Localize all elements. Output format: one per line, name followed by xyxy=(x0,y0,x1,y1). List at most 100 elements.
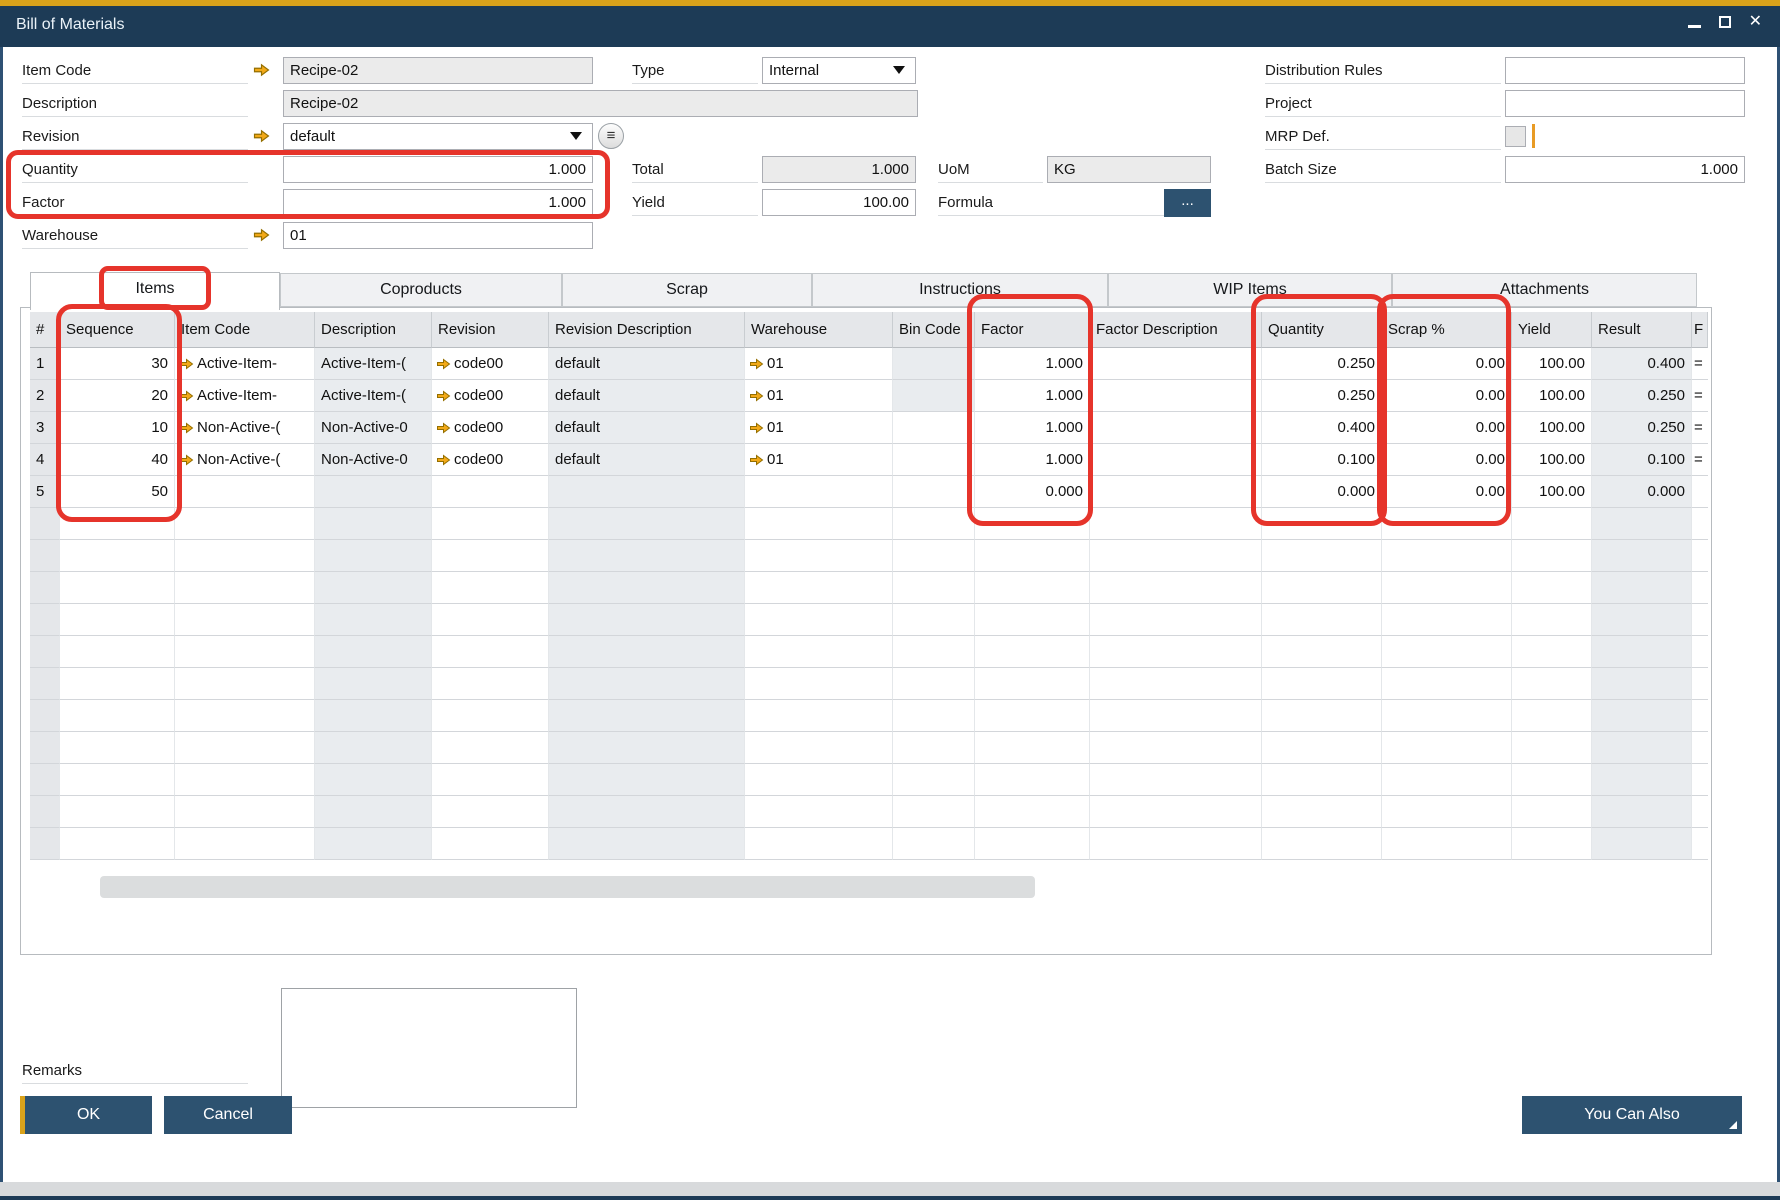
table-empty-row[interactable] xyxy=(30,764,1708,796)
factor-cell[interactable] xyxy=(975,636,1090,668)
bin-code-cell[interactable] xyxy=(893,668,975,700)
warehouse-cell[interactable]: 01 xyxy=(745,348,893,380)
table-empty-row[interactable] xyxy=(30,604,1708,636)
yield-cell[interactable] xyxy=(1512,732,1592,764)
yield-cell[interactable] xyxy=(1512,668,1592,700)
revision-cell[interactable] xyxy=(432,508,549,540)
factor-desc-cell[interactable] xyxy=(1090,700,1262,732)
formula-indicator[interactable]: = xyxy=(1692,380,1708,412)
sequence-cell[interactable]: 40 xyxy=(60,444,175,476)
quantity-cell[interactable] xyxy=(1262,668,1382,700)
quantity-cell[interactable]: 0.000 xyxy=(1262,476,1382,508)
quantity-cell[interactable] xyxy=(1262,764,1382,796)
bin-code-cell[interactable] xyxy=(893,508,975,540)
bin-code-cell[interactable] xyxy=(893,540,975,572)
revision-cell[interactable] xyxy=(432,636,549,668)
link-arrow-icon[interactable] xyxy=(749,422,764,434)
factor-cell[interactable]: 1.000 xyxy=(975,380,1090,412)
table-empty-row[interactable] xyxy=(30,732,1708,764)
factor-cell[interactable] xyxy=(975,668,1090,700)
quantity-cell[interactable] xyxy=(1262,828,1382,860)
col-header-description[interactable]: Description xyxy=(315,312,432,348)
quantity-cell[interactable] xyxy=(1262,604,1382,636)
link-arrow-icon[interactable] xyxy=(749,454,764,466)
table-empty-row[interactable] xyxy=(30,828,1708,860)
item-code-cell[interactable]: Active-Item- xyxy=(175,380,315,412)
col-header-warehouse[interactable]: Warehouse xyxy=(745,312,893,348)
item-code-cell[interactable] xyxy=(175,828,315,860)
factor-desc-cell[interactable] xyxy=(1090,476,1262,508)
quantity-cell[interactable]: 0.100 xyxy=(1262,444,1382,476)
factor-cell[interactable] xyxy=(975,700,1090,732)
revision-cell[interactable]: code00 xyxy=(432,348,549,380)
scrap-cell[interactable] xyxy=(1382,508,1512,540)
quantity-cell[interactable] xyxy=(1262,732,1382,764)
factor-desc-cell[interactable] xyxy=(1090,380,1262,412)
sequence-cell[interactable] xyxy=(60,828,175,860)
factor-cell[interactable] xyxy=(975,508,1090,540)
scrap-cell[interactable] xyxy=(1382,732,1512,764)
item-code-cell[interactable]: Active-Item- xyxy=(175,348,315,380)
col-header-bin-code[interactable]: Bin Code xyxy=(893,312,975,348)
tab-attachments[interactable]: Attachments xyxy=(1392,273,1697,307)
warehouse-cell[interactable] xyxy=(745,764,893,796)
scrap-cell[interactable] xyxy=(1382,636,1512,668)
col-header-result[interactable]: Result xyxy=(1592,312,1692,348)
warehouse-cell[interactable] xyxy=(745,636,893,668)
revision-cell[interactable] xyxy=(432,476,549,508)
warehouse-cell[interactable] xyxy=(745,796,893,828)
warehouse-cell[interactable]: 01 xyxy=(745,412,893,444)
sequence-cell[interactable] xyxy=(60,796,175,828)
table-empty-row[interactable] xyxy=(30,540,1708,572)
warehouse-cell[interactable]: 01 xyxy=(745,444,893,476)
sequence-cell[interactable]: 10 xyxy=(60,412,175,444)
sequence-cell[interactable]: 50 xyxy=(60,476,175,508)
minimize-icon[interactable] xyxy=(1688,25,1701,28)
link-arrow-icon[interactable] xyxy=(436,422,451,434)
link-arrow-icon[interactable] xyxy=(749,358,764,370)
warehouse-cell[interactable] xyxy=(745,508,893,540)
warehouse-cell[interactable] xyxy=(745,540,893,572)
sequence-cell[interactable] xyxy=(60,572,175,604)
factor-cell[interactable] xyxy=(975,796,1090,828)
link-arrow-icon[interactable] xyxy=(436,358,451,370)
factor-desc-cell[interactable] xyxy=(1090,764,1262,796)
bin-code-cell[interactable] xyxy=(893,732,975,764)
table-row[interactable]: 3 10 Non-Active-( Non-Active-0 code00 de… xyxy=(30,412,1708,444)
tab-wip-items[interactable]: WIP Items xyxy=(1108,273,1392,307)
yield-cell[interactable] xyxy=(1512,508,1592,540)
horizontal-scrollbar[interactable] xyxy=(100,876,1035,898)
table-row[interactable]: 1 30 Active-Item- Active-Item-( code00 d… xyxy=(30,348,1708,380)
tab-scrap[interactable]: Scrap xyxy=(562,273,812,307)
scrap-cell[interactable] xyxy=(1382,700,1512,732)
maximize-icon[interactable] xyxy=(1719,16,1731,28)
item-code-cell[interactable] xyxy=(175,732,315,764)
factor-cell[interactable] xyxy=(975,764,1090,796)
yield-cell[interactable]: 100.00 xyxy=(1512,476,1592,508)
project-field[interactable] xyxy=(1505,90,1745,117)
warehouse-cell[interactable] xyxy=(745,572,893,604)
scrap-cell[interactable] xyxy=(1382,572,1512,604)
quantity-field[interactable]: 1.000 xyxy=(283,156,593,183)
factor-cell[interactable]: 1.000 xyxy=(975,348,1090,380)
sequence-cell[interactable]: 20 xyxy=(60,380,175,412)
mrp-def-checkbox[interactable] xyxy=(1505,126,1526,147)
factor-desc-cell[interactable] xyxy=(1090,540,1262,572)
factor-cell[interactable] xyxy=(975,828,1090,860)
remarks-textarea[interactable] xyxy=(281,988,577,1108)
sequence-cell[interactable] xyxy=(60,700,175,732)
close-icon[interactable]: ✕ xyxy=(1749,14,1762,30)
warehouse-cell[interactable] xyxy=(745,828,893,860)
col-header-num[interactable]: # xyxy=(30,312,60,348)
link-arrow-icon[interactable] xyxy=(436,390,451,402)
bin-code-cell[interactable] xyxy=(893,700,975,732)
table-empty-row[interactable] xyxy=(30,700,1708,732)
col-header-sequence[interactable]: Sequence xyxy=(60,312,175,348)
scrap-cell[interactable] xyxy=(1382,540,1512,572)
table-empty-row[interactable] xyxy=(30,636,1708,668)
col-header-formula[interactable]: F xyxy=(1692,312,1708,348)
bin-code-cell[interactable] xyxy=(893,412,975,444)
scrap-cell[interactable] xyxy=(1382,828,1512,860)
yield-field[interactable]: 100.00 xyxy=(762,189,916,216)
col-header-yield[interactable]: Yield xyxy=(1512,312,1592,348)
